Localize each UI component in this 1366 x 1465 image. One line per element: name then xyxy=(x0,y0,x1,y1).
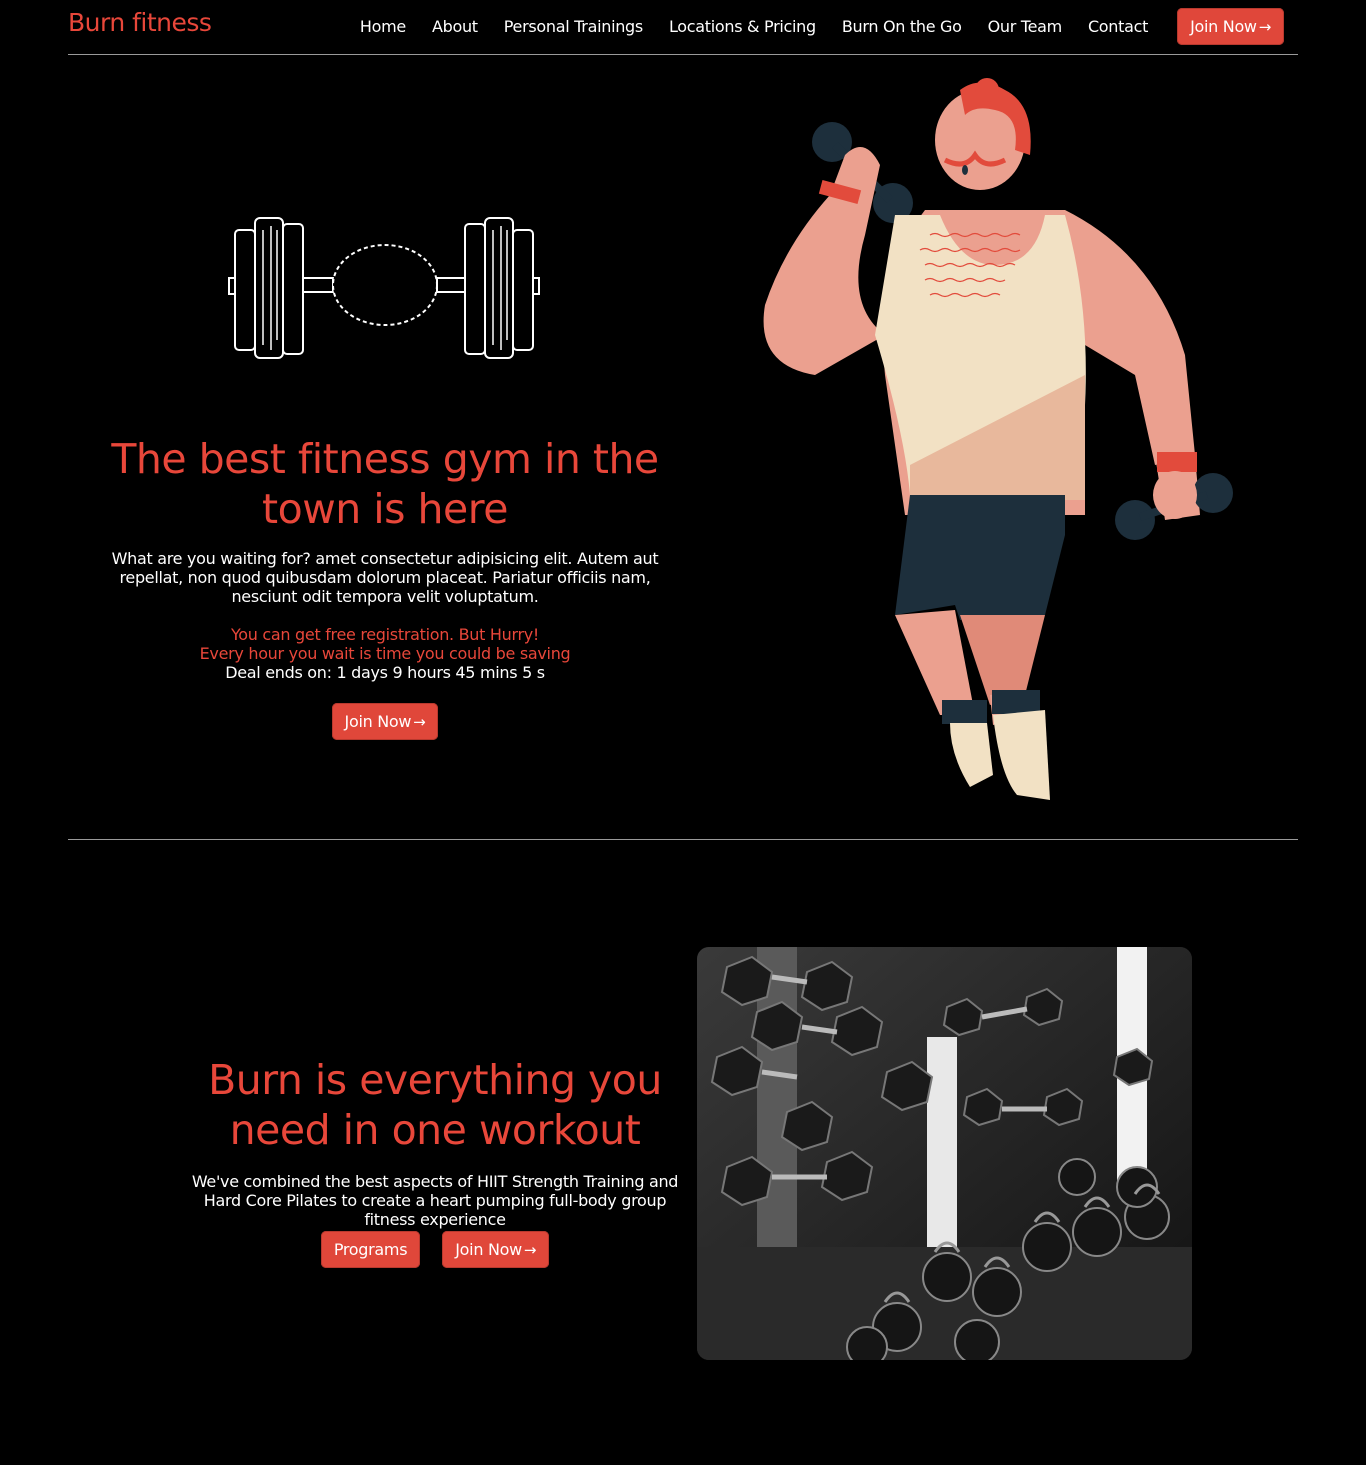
hero-dumbbell-art xyxy=(98,200,672,370)
nav-item-locations-pricing[interactable]: Locations & Pricing xyxy=(669,9,816,45)
section-description: We've combined the best aspects of HIIT … xyxy=(191,1172,679,1229)
arrow-right-icon: → xyxy=(413,712,426,731)
hero-description: What are you waiting for? amet consectet… xyxy=(111,549,659,606)
dumbbell-rack-image xyxy=(697,947,1192,1360)
hero-join-now-button[interactable]: Join Now → xyxy=(331,703,439,740)
join-now-label: Join Now xyxy=(344,712,412,731)
promo-line-1: You can get free registration. But Hurry… xyxy=(230,625,540,644)
section-join-now-button[interactable]: Join Now → xyxy=(442,1231,550,1268)
dumbbell-icon xyxy=(228,217,540,359)
gym-dumbbell-rack-photo xyxy=(697,947,1192,1360)
programs-button[interactable]: Programs xyxy=(320,1231,421,1268)
brand-logo[interactable]: Burn fitness xyxy=(68,8,212,37)
section-title: Burn is everything you need in one worko… xyxy=(208,1056,662,1154)
nav-item-burn-on-the-go[interactable]: Burn On the Go xyxy=(842,9,962,45)
nav-item-personal-trainings[interactable]: Personal Trainings xyxy=(504,9,643,45)
promo-block: You can get free registration. But Hurry… xyxy=(98,625,672,682)
join-now-label: Join Now xyxy=(1190,16,1257,36)
arrow-right-icon: → xyxy=(523,1240,537,1259)
top-navbar: Burn fitness Home About Personal Trainin… xyxy=(68,0,1298,55)
nav-join-now-button[interactable]: Join Now → xyxy=(1177,8,1284,45)
promo-line-2: Every hour you wait is time you could be… xyxy=(199,644,571,663)
section-divider xyxy=(68,839,1298,840)
section-buttons: Programs Join Now → xyxy=(190,1231,680,1268)
nav-item-home[interactable]: Home xyxy=(360,9,406,45)
arrow-right-icon: → xyxy=(1258,17,1272,36)
hero-title: The best fitness gym in the town is here xyxy=(111,435,659,533)
nav-menu: Home About Personal Trainings Locations … xyxy=(334,8,1284,45)
nav-item-about[interactable]: About xyxy=(432,9,478,45)
bodybuilder-illustration xyxy=(763,78,1233,800)
hero-cta-wrap: Join Now → xyxy=(98,703,672,740)
nav-item-contact[interactable]: Contact xyxy=(1088,9,1148,45)
countdown-text: Deal ends on: 1 days 9 hours 45 mins 5 s xyxy=(225,663,545,682)
nav-item-our-team[interactable]: Our Team xyxy=(988,9,1063,45)
join-now-label: Join Now xyxy=(455,1240,522,1259)
